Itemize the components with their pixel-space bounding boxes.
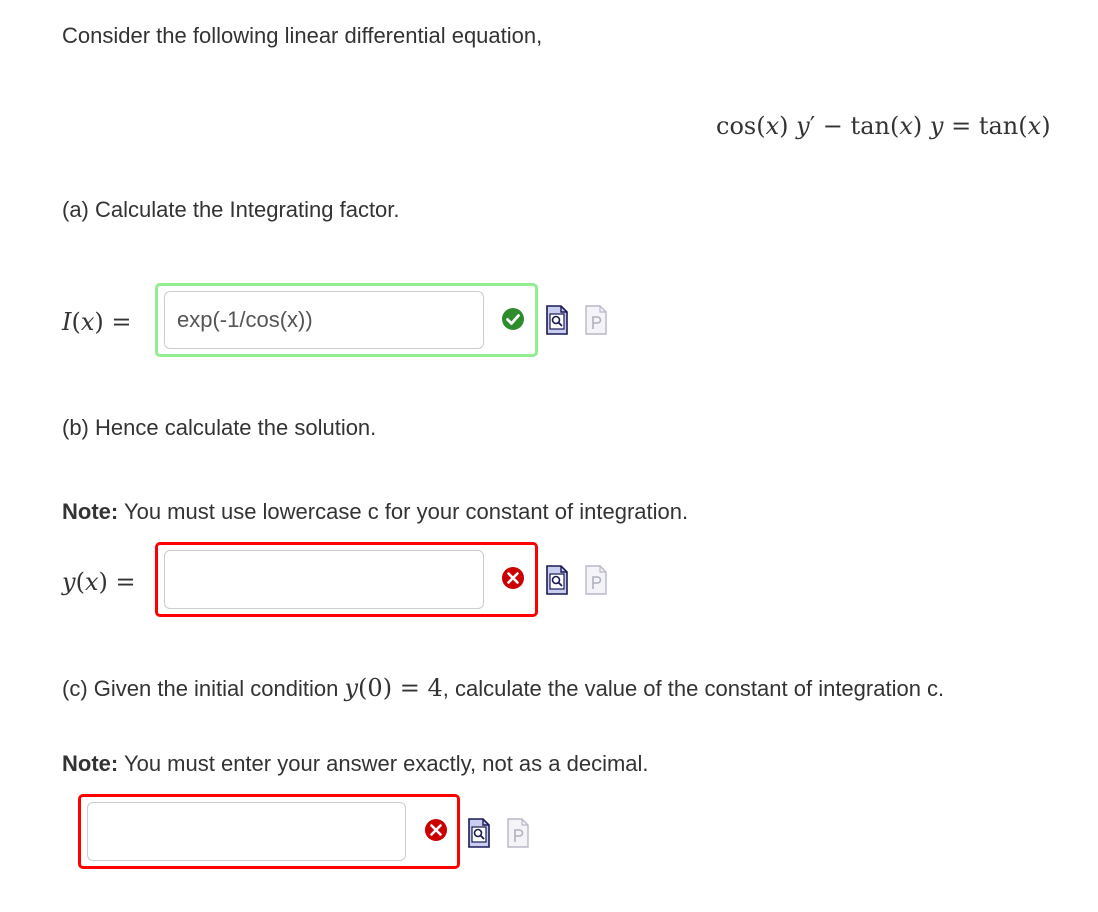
prompt-end: , calculate the value of the constant of… [442, 676, 945, 701]
label-var: x [84, 568, 99, 596]
eq-prime: ′ [809, 112, 816, 140]
part-a-label: I(x) = [62, 308, 132, 336]
preview-document-icon[interactable] [467, 818, 491, 848]
paper-document-icon[interactable] [584, 565, 608, 595]
paper-document-icon[interactable] [584, 305, 608, 335]
part-b-prompt: (b) Hence calculate the solution. [62, 415, 377, 440]
part-c-note: Note: You must enter your answer exactly… [62, 750, 649, 778]
label-var: x [80, 308, 95, 336]
part-b-note: Note: You must use lowercase c for your … [62, 498, 688, 526]
eq-var: x [899, 112, 913, 140]
paper-document-icon[interactable] [506, 818, 530, 848]
eq-equals: = [951, 112, 972, 140]
note-text: You must use lowercase c for your consta… [123, 499, 689, 524]
part-c-prompt: (c) Given the initial condition y(0) = 4… [62, 674, 944, 703]
note-label: Note: [62, 499, 119, 524]
check-circle-icon [502, 308, 524, 330]
preview-document-icon[interactable] [545, 565, 569, 595]
condition-arg: 0 [367, 674, 383, 702]
label-equals: = [115, 568, 136, 596]
intro-text: Consider the following linear differenti… [62, 23, 543, 48]
note-label: Note: [62, 751, 119, 776]
label-fn: I [62, 308, 72, 336]
initial-condition: y(0) = 4 [344, 674, 443, 702]
part-b-answer-input[interactable] [164, 550, 484, 609]
condition-fn: y [344, 674, 359, 702]
condition-value: 4 [427, 674, 443, 702]
part-b-label: y(x) = [62, 568, 136, 596]
differential-equation: cos(x) y′ − tan(x) y = tan(x) [716, 112, 1051, 140]
eq-fn-cos: cos [716, 112, 757, 140]
x-circle-icon [425, 819, 447, 841]
eq-y: y [929, 112, 944, 140]
eq-fn-tan: tan [850, 112, 890, 140]
prompt-start: (c) Given the initial condition [62, 676, 339, 701]
label-equals: = [111, 308, 132, 336]
x-circle-icon [502, 567, 524, 589]
condition-equals: = [399, 674, 420, 702]
note-text: You must enter your answer exactly, not … [123, 751, 649, 776]
part-a-answer-input[interactable]: exp(-1/cos(x)) [164, 291, 484, 349]
part-c-answer-input[interactable] [87, 802, 406, 861]
eq-y: y [796, 112, 810, 140]
eq-var: x [765, 112, 780, 140]
eq-minus: − [822, 112, 843, 140]
part-a-prompt: (a) Calculate the Integrating factor. [62, 197, 400, 222]
preview-document-icon[interactable] [545, 305, 569, 335]
eq-var: x [1027, 112, 1042, 140]
eq-fn-tan: tan [978, 112, 1019, 140]
label-fn: y [62, 568, 76, 596]
